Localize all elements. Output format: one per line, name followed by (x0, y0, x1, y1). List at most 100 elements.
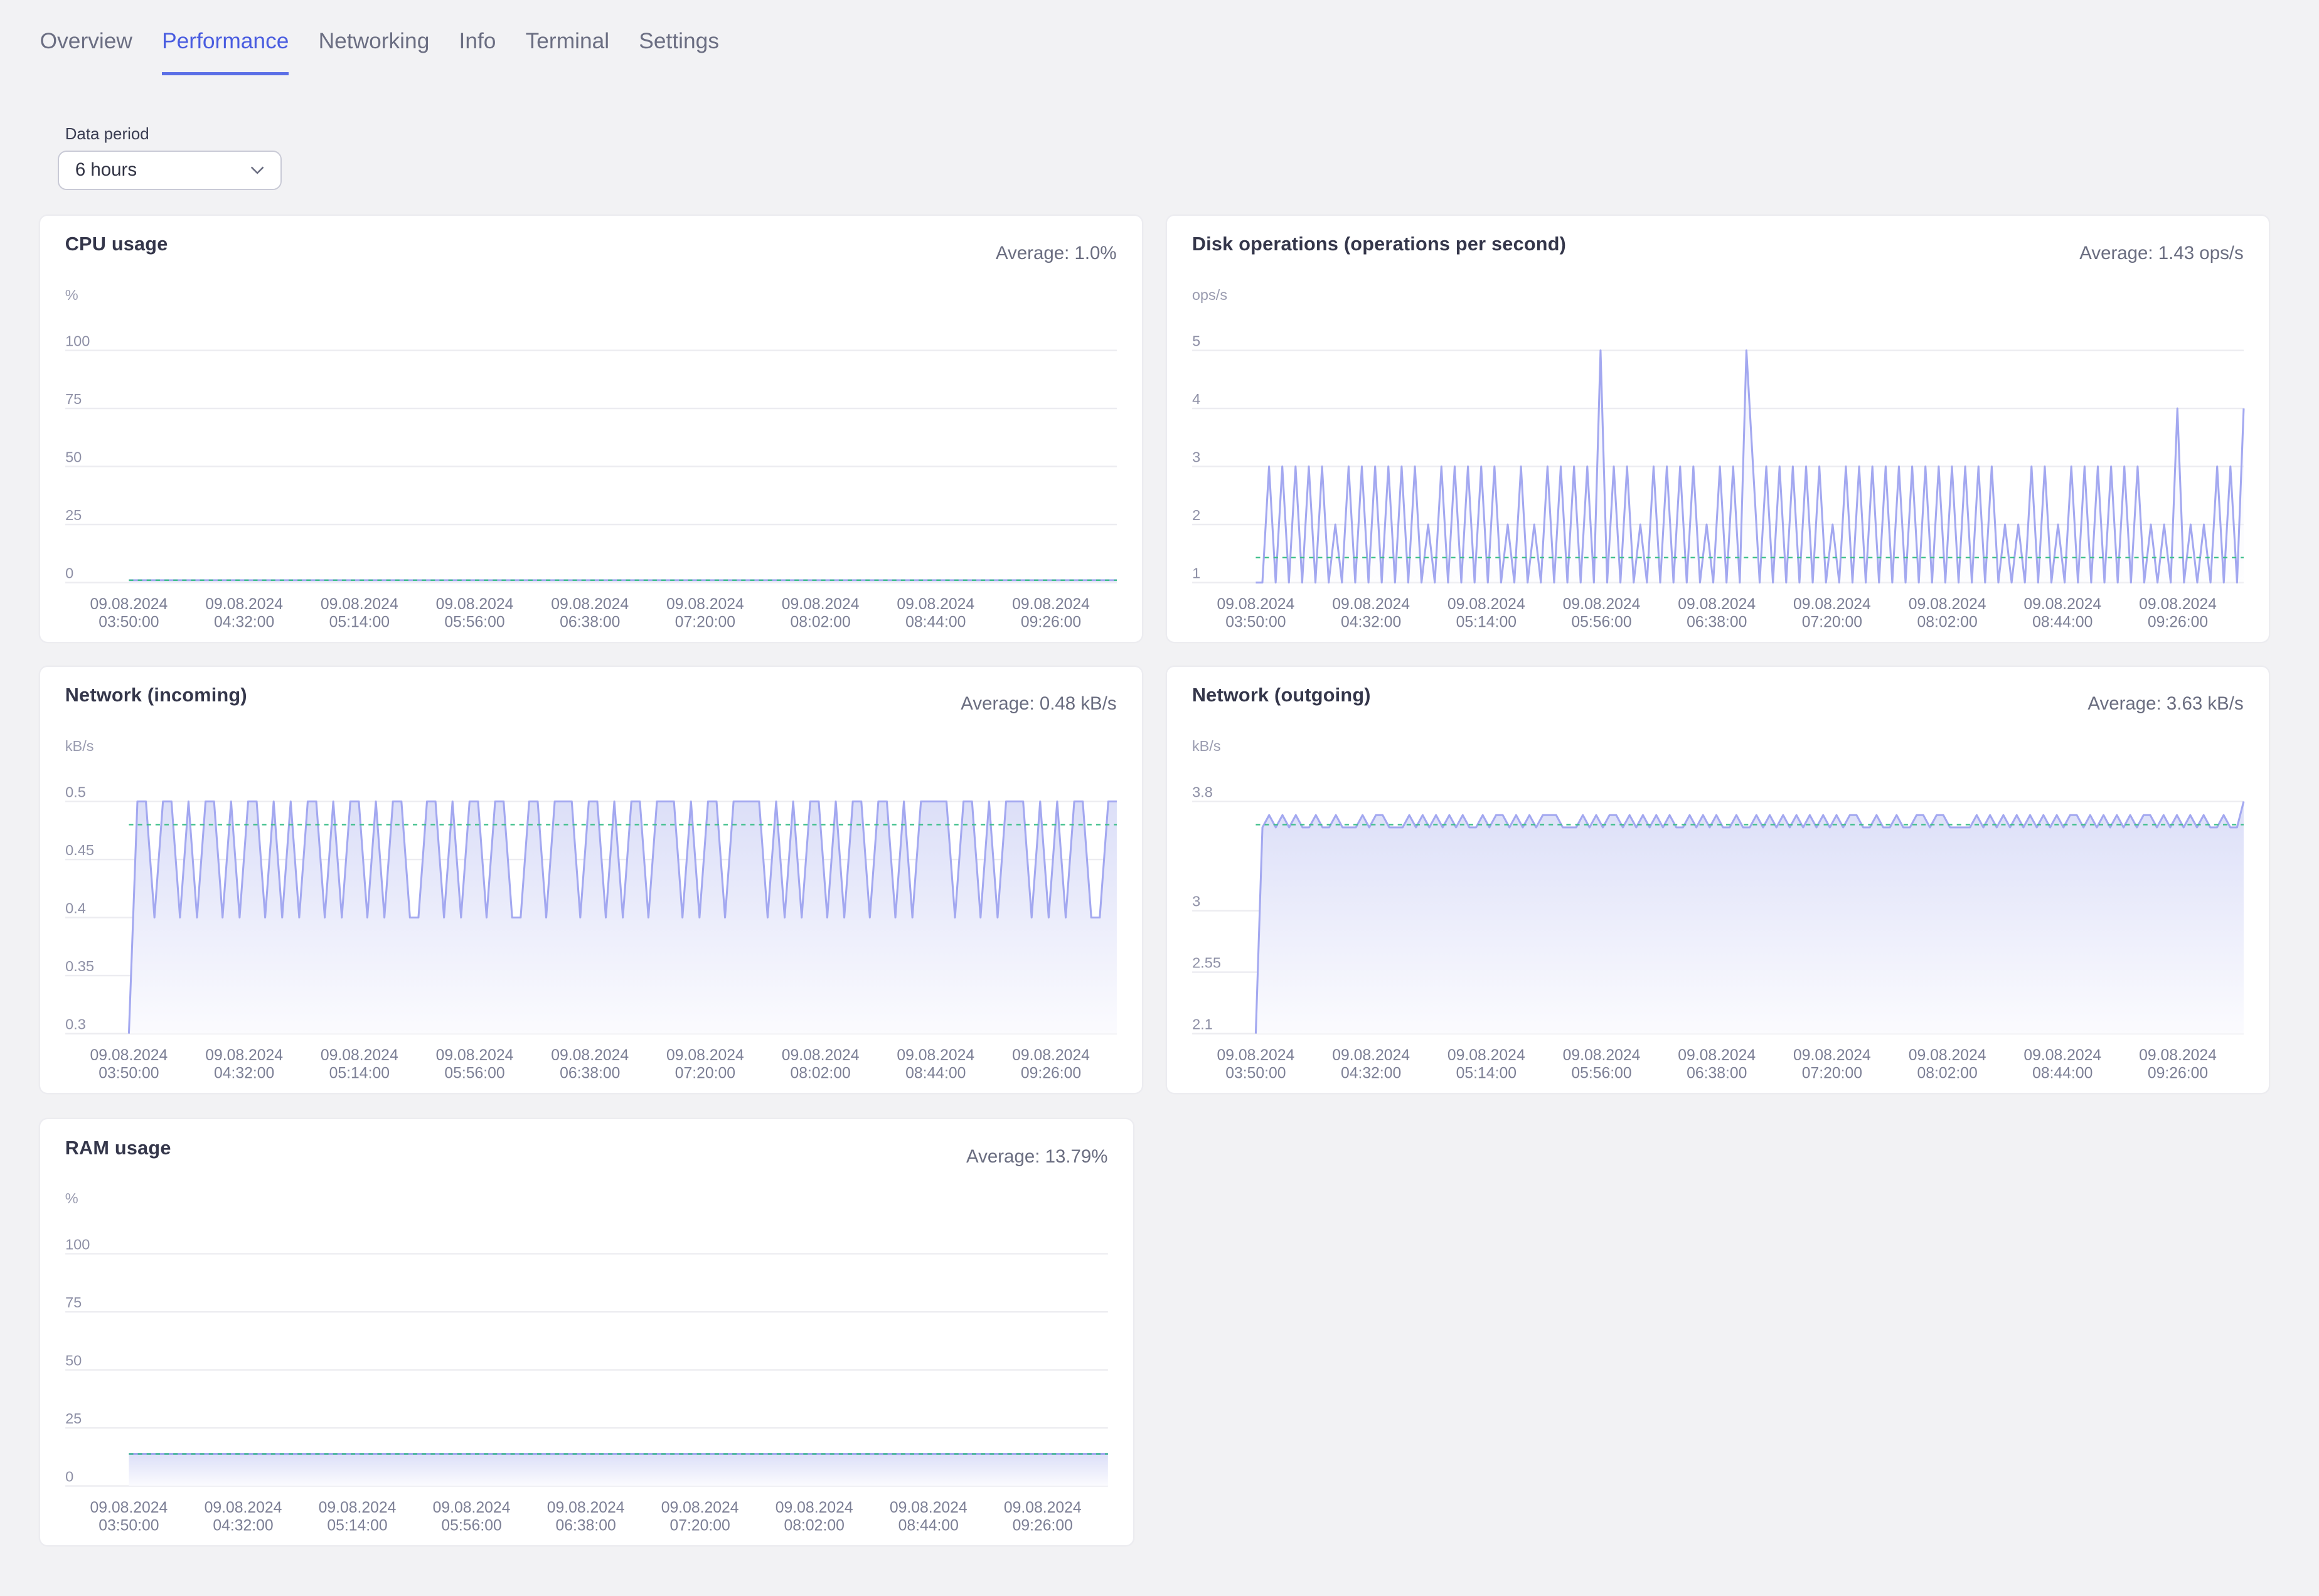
y-tick-label: 0 (65, 565, 73, 582)
x-tick-date: 09.08.2024 (1678, 1047, 1756, 1064)
card-title: RAM usage (65, 1137, 171, 1159)
x-tick-time: 06:38:00 (560, 614, 620, 630)
tab-overview[interactable]: Overview (40, 24, 132, 74)
x-tick-time: 07:20:00 (674, 614, 735, 630)
x-tick-time: 03:50:00 (99, 1065, 159, 1082)
y-tick-label: 3 (1192, 893, 1200, 910)
tab-info[interactable]: Info (459, 24, 496, 74)
tab-terminal[interactable]: Terminal (526, 24, 610, 74)
tab-bar: Overview Performance Networking Info Ter… (40, 24, 749, 76)
x-tick-time: 08:02:00 (1917, 1065, 1977, 1082)
card-title: Network (outgoing) (1191, 684, 1371, 706)
x-tick-date: 09.08.2024 (666, 1047, 744, 1064)
x-tick-date: 09.08.2024 (661, 1499, 738, 1516)
x-tick-time: 08:02:00 (784, 1518, 844, 1535)
x-tick-time: 06:38:00 (1687, 1065, 1747, 1082)
x-tick-time: 05:56:00 (444, 614, 504, 630)
y-tick-label: 2 (1192, 507, 1200, 523)
tab-settings[interactable]: Settings (639, 24, 719, 74)
y-axis-unit: ops/s (1191, 287, 1228, 304)
x-tick-date: 09.08.2024 (321, 596, 398, 613)
x-tick-date: 09.08.2024 (2023, 1047, 2101, 1064)
x-tick-time: 05:56:00 (441, 1518, 501, 1535)
y-tick-label: 4 (1192, 391, 1200, 407)
x-tick-date: 09.08.2024 (1012, 596, 1090, 613)
ram-usage-card: 100 75 50 25 0 09.08.2024 03:50:00 09.08.2024 04… (40, 1119, 1133, 1546)
y-axis-unit: % (65, 287, 78, 304)
x-tick-time: 04:32:00 (1341, 1065, 1401, 1082)
x-tick-time: 08:44:00 (905, 614, 966, 630)
x-tick-date: 09.08.2024 (90, 1499, 168, 1516)
x-tick-date: 09.08.2024 (1562, 1047, 1640, 1064)
x-tick-date: 09.08.2024 (1004, 1499, 1082, 1516)
network-incoming-card: 0.5 0.45 0.4 0.35 0.3 09.08.2024 03:50:00 09.08… (40, 667, 1142, 1093)
x-tick-date: 09.08.2024 (90, 1047, 168, 1064)
x-tick-date: 09.08.2024 (551, 1047, 629, 1064)
disk-operations-chart: 5432109.08.202403:50:0009.08.202404:32:0… (1191, 333, 2245, 630)
x-tick-time: 08:44:00 (2032, 614, 2092, 630)
x-tick-time: 08:02:00 (1917, 614, 1977, 630)
x-tick-time: 04:32:00 (214, 614, 274, 630)
average-label: Average: 13.79% (966, 1146, 1108, 1167)
data-period-value: 6 hours (75, 159, 137, 181)
x-tick-time: 06:38:00 (555, 1518, 616, 1535)
disk-operations-card: 5 4 3 2 1 09.08.2024 03:50:00 09.08.2024 04:32:0… (1166, 216, 2269, 642)
x-tick-time: 05:14:00 (1456, 1065, 1516, 1082)
x-tick-time: 05:56:00 (1571, 614, 1631, 630)
card-title: CPU usage (65, 233, 168, 255)
series-area (129, 1454, 1108, 1486)
x-tick-date: 09.08.2024 (781, 1047, 859, 1064)
network-outgoing-card: 3.8 3 2.55 2.1 09.08.2024 03:50:00 09.08.2024 0… (1166, 667, 2269, 1093)
x-tick-time: 09:26:00 (1020, 1065, 1080, 1082)
y-tick-label: 0.3 (65, 1016, 86, 1033)
x-tick-date: 09.08.2024 (889, 1499, 967, 1516)
x-tick-date: 09.08.2024 (432, 1499, 510, 1516)
y-axis-unit: % (65, 1190, 78, 1207)
y-tick-label: 2.55 (1192, 955, 1221, 971)
y-tick-label: 5 (1192, 333, 1200, 349)
x-tick-time: 08:44:00 (898, 1518, 958, 1535)
x-tick-time: 05:14:00 (327, 1518, 387, 1535)
chevron-down-icon (250, 166, 264, 174)
x-tick-time: 06:38:00 (1687, 614, 1747, 630)
data-period-select[interactable]: 6 hours (57, 151, 282, 191)
x-tick-time: 05:56:00 (444, 1065, 504, 1082)
y-tick-label: 0 (65, 1469, 73, 1485)
network-outgoing-chart: 3.832.552.109.08.202403:50:0009.08.20240… (1191, 784, 2245, 1082)
x-tick-date: 09.08.2024 (1332, 596, 1410, 613)
x-tick-time: 07:20:00 (669, 1518, 730, 1535)
x-tick-date: 09.08.2024 (1562, 596, 1640, 613)
x-tick-time: 08:02:00 (790, 1065, 850, 1082)
cpu-usage-card: 100 75 50 25 0 09.08.2024 03:50:00 09.08.2024 04… (40, 216, 1142, 642)
x-tick-time: 04:32:00 (214, 1065, 274, 1082)
data-period-label: Data period (65, 125, 149, 144)
average-label: Average: 3.63 kB/s (2087, 693, 2244, 715)
x-tick-date: 09.08.2024 (90, 596, 168, 613)
x-tick-time: 05:56:00 (1571, 1065, 1631, 1082)
performance-page: Overview Performance Networking Info Ter… (0, 0, 2319, 1595)
x-tick-time: 03:50:00 (99, 1518, 159, 1535)
y-tick-label: 75 (65, 391, 82, 407)
x-tick-date: 09.08.2024 (1447, 596, 1525, 613)
average-label: Average: 1.0% (995, 242, 1117, 263)
x-tick-date: 09.08.2024 (897, 1047, 974, 1064)
network-incoming-chart: 0.50.450.40.350.309.08.202403:50:0009.08… (65, 784, 1117, 1082)
y-tick-label: 50 (65, 449, 82, 466)
x-tick-date: 09.08.2024 (321, 1047, 398, 1064)
x-tick-time: 09:26:00 (2148, 614, 2208, 630)
x-tick-time: 03:50:00 (1225, 614, 1286, 630)
x-tick-time: 07:20:00 (674, 1065, 735, 1082)
x-tick-time: 05:14:00 (329, 1065, 389, 1082)
ram-usage-chart: 100 75 50 25 0 09.08.2024 03:50:00 09.08.2024 04… (65, 1237, 1108, 1535)
y-tick-label: 0.5 (65, 784, 86, 800)
x-tick-date: 09.08.2024 (318, 1499, 396, 1516)
x-tick-date: 09.08.2024 (781, 596, 859, 613)
average-label: Average: 0.48 kB/s (961, 693, 1117, 715)
x-tick-date: 09.08.2024 (897, 596, 974, 613)
x-tick-date: 09.08.2024 (1793, 1047, 1871, 1064)
tab-performance[interactable]: Performance (162, 24, 289, 76)
x-tick-date: 09.08.2024 (666, 596, 744, 613)
y-tick-label: 0.35 (65, 958, 94, 974)
x-tick-date: 09.08.2024 (204, 1499, 282, 1516)
tab-networking[interactable]: Networking (319, 24, 430, 74)
